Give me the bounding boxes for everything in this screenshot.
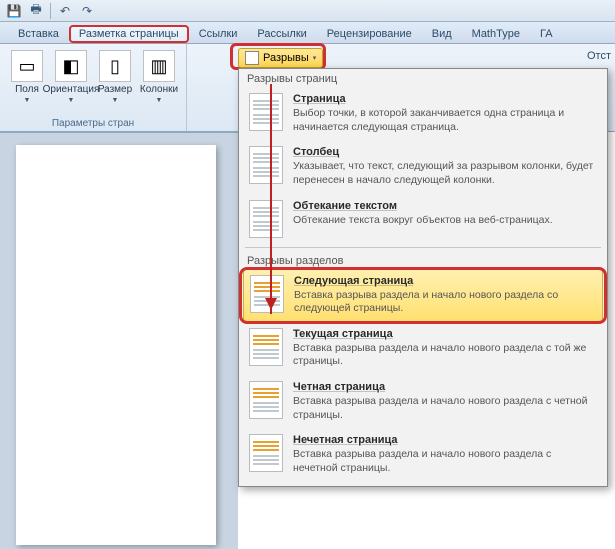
quick-access-toolbar: 💾 🖶 ↶ ↷ (0, 0, 615, 22)
menu-item-title: Текущая страница (293, 328, 597, 340)
orientation-button[interactable]: ◧ Ориентация ▼ (50, 48, 92, 106)
tab-references[interactable]: Ссылки (189, 25, 248, 43)
chevron-down-icon: ▾ (313, 54, 317, 62)
menu-item-column[interactable]: Столбец Указывает, что текст, следующий … (239, 140, 607, 193)
menu-item-continuous[interactable]: Текущая страница Вставка разрыва раздела… (239, 322, 607, 375)
menu-item-title: Столбец (293, 146, 597, 158)
columns-label: Колонки (140, 84, 178, 95)
tab-page-layout[interactable]: Разметка страницы (69, 25, 189, 43)
size-label: Размер (98, 84, 132, 95)
menu-item-desc: Вставка разрыва раздела и начало нового … (294, 289, 596, 316)
page-break-icon (249, 93, 283, 131)
menu-section-section-breaks: Разрывы разделов (239, 251, 607, 269)
tab-extra[interactable]: ГА (530, 25, 563, 43)
orientation-label: Ориентация (43, 84, 100, 95)
breaks-button[interactable]: Разрывы ▾ (238, 48, 323, 68)
margins-label: Поля (15, 84, 39, 95)
tab-review[interactable]: Рецензирование (317, 25, 422, 43)
redo-icon[interactable]: ↷ (79, 3, 95, 19)
chevron-down-icon: ▼ (156, 97, 163, 104)
size-icon: ▯ (99, 50, 131, 82)
tab-view[interactable]: Вид (422, 25, 462, 43)
qat-separator (50, 3, 51, 19)
menu-divider (245, 247, 601, 248)
menu-item-desc: Указывает, что текст, следующий за разры… (293, 160, 597, 187)
menu-item-next-page[interactable]: Следующая страница Вставка разрыва разде… (243, 269, 603, 322)
right-group-partial: Отст (587, 50, 611, 62)
ribbon-tabs: Вставка Разметка страницы Ссылки Рассылк… (0, 22, 615, 44)
tab-mailings[interactable]: Рассылки (247, 25, 316, 43)
odd-page-icon (249, 434, 283, 472)
menu-section-page-breaks: Разрывы страниц (239, 69, 607, 87)
save-icon[interactable]: 💾 (6, 3, 22, 19)
menu-item-page[interactable]: Страница Выбор точки, в которой заканчив… (239, 87, 607, 140)
undo-icon[interactable]: ↶ (57, 3, 73, 19)
group-label-page-setup: Параметры стран (6, 116, 180, 129)
breaks-dropdown-menu: Разрывы страниц Страница Выбор точки, в … (238, 68, 608, 487)
menu-item-title: Четная страница (293, 381, 597, 393)
menu-item-odd-page[interactable]: Нечетная страница Вставка разрыва раздел… (239, 428, 607, 481)
even-page-icon (249, 381, 283, 419)
continuous-icon (249, 328, 283, 366)
menu-item-even-page[interactable]: Четная страница Вставка разрыва раздела … (239, 375, 607, 428)
margins-icon: ▭ (11, 50, 43, 82)
chevron-down-icon: ▼ (112, 97, 119, 104)
size-button[interactable]: ▯ Размер ▼ (94, 48, 136, 106)
orientation-icon: ◧ (55, 50, 87, 82)
tab-insert[interactable]: Вставка (8, 25, 69, 43)
columns-button[interactable]: ▥ Колонки ▼ (138, 48, 180, 106)
breaks-icon (245, 51, 259, 65)
menu-item-title: Следующая страница (294, 275, 596, 287)
print-icon[interactable]: 🖶 (28, 3, 44, 19)
menu-item-title: Обтекание текстом (293, 200, 597, 212)
menu-item-title: Нечетная страница (293, 434, 597, 446)
menu-item-desc: Вставка разрыва раздела и начало нового … (293, 448, 597, 475)
menu-item-desc: Обтекание текста вокруг объектов на веб-… (293, 214, 597, 228)
columns-icon: ▥ (143, 50, 175, 82)
menu-item-desc: Вставка разрыва раздела и начало нового … (293, 342, 597, 369)
chevron-down-icon: ▼ (68, 97, 75, 104)
group-page-setup: ▭ Поля ▼ ◧ Ориентация ▼ ▯ Размер ▼ ▥ Кол… (0, 44, 187, 131)
menu-item-text-wrapping[interactable]: Обтекание текстом Обтекание текста вокру… (239, 194, 607, 244)
breaks-label: Разрывы (263, 52, 309, 64)
text-wrap-icon (249, 200, 283, 238)
document-area (0, 132, 238, 549)
menu-item-desc: Вставка разрыва раздела и начало нового … (293, 395, 597, 422)
chevron-down-icon: ▼ (24, 97, 31, 104)
document-page[interactable] (16, 145, 216, 545)
margins-button[interactable]: ▭ Поля ▼ (6, 48, 48, 106)
menu-item-desc: Выбор точки, в которой заканчивается одн… (293, 107, 597, 134)
next-page-icon (250, 275, 284, 313)
column-break-icon (249, 146, 283, 184)
menu-item-title: Страница (293, 93, 597, 105)
tab-mathtype[interactable]: MathType (462, 25, 530, 43)
